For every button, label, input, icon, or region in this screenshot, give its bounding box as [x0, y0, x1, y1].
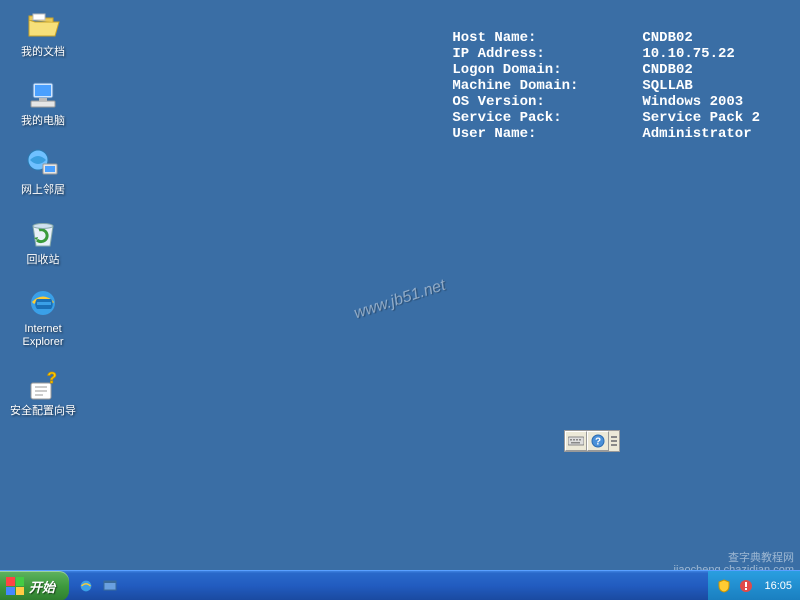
- icon-label: 我的电脑: [21, 115, 65, 128]
- recycle-bin-icon[interactable]: 回收站: [8, 216, 78, 267]
- bginfo-overlay: Host Name:CNDB02 IP Address:10.10.75.22 …: [452, 30, 760, 142]
- bginfo-value: Administrator: [642, 126, 751, 142]
- ql-show-desktop-button[interactable]: [99, 575, 121, 597]
- start-label: 开始: [29, 577, 55, 596]
- bginfo-label: OS Version:: [452, 94, 642, 110]
- system-tray: 16:05: [708, 571, 800, 600]
- watermark-bottom-line1: 查字典教程网: [674, 552, 794, 564]
- desktop[interactable]: 我的文档 我的电脑 网上邻居: [0, 0, 800, 600]
- ie-icon: [25, 285, 61, 321]
- my-computer-icon[interactable]: 我的电脑: [8, 77, 78, 128]
- watermark-center: www.jb51.net: [352, 277, 448, 324]
- my-documents-icon[interactable]: 我的文档: [8, 8, 78, 59]
- icon-label: 我的文档: [21, 46, 65, 59]
- quick-launch: [69, 571, 127, 600]
- bginfo-label: IP Address:: [452, 46, 642, 62]
- security-config-wizard-icon[interactable]: ? 安全配置向导: [8, 367, 78, 418]
- svg-text:?: ?: [47, 370, 57, 387]
- toolbar-keyboard-button[interactable]: [565, 431, 587, 451]
- toolbar-help-button[interactable]: ?: [587, 431, 609, 451]
- network-icon: [25, 146, 61, 182]
- computer-icon: [25, 77, 61, 113]
- tray-warning-icon[interactable]: [738, 578, 754, 594]
- floating-toolbar[interactable]: ?: [564, 430, 620, 452]
- bginfo-value: Service Pack 2: [642, 110, 760, 126]
- icon-label: 网上邻居: [21, 184, 65, 197]
- icon-label: 回收站: [27, 254, 60, 267]
- recycle-icon: [25, 216, 61, 252]
- toolbar-grip[interactable]: [609, 431, 619, 451]
- bginfo-value: CNDB02: [642, 30, 692, 46]
- bginfo-label: Service Pack:: [452, 110, 642, 126]
- bginfo-label: Host Name:: [452, 30, 642, 46]
- wizard-icon: ?: [25, 367, 61, 403]
- folder-open-icon: [25, 8, 61, 44]
- internet-explorer-icon[interactable]: Internet Explorer: [8, 285, 78, 349]
- start-button[interactable]: 开始: [0, 571, 69, 600]
- bginfo-label: Machine Domain:: [452, 78, 642, 94]
- bginfo-value: SQLLAB: [642, 78, 692, 94]
- taskbar: 开始 16:05: [0, 570, 800, 600]
- windows-flag-icon: [6, 577, 24, 595]
- taskbar-clock[interactable]: 16:05: [760, 580, 792, 592]
- bginfo-value: Windows 2003: [642, 94, 743, 110]
- ql-ie-button[interactable]: [75, 575, 97, 597]
- desktop-icons-container: 我的文档 我的电脑 网上邻居: [8, 8, 78, 418]
- svg-text:?: ?: [595, 437, 601, 448]
- network-places-icon[interactable]: 网上邻居: [8, 146, 78, 197]
- bginfo-value: CNDB02: [642, 62, 692, 78]
- icon-label: Internet Explorer: [23, 323, 64, 349]
- bginfo-label: User Name:: [452, 126, 642, 142]
- icon-label: 安全配置向导: [10, 405, 76, 418]
- tray-security-icon[interactable]: [716, 578, 732, 594]
- bginfo-value: 10.10.75.22: [642, 46, 734, 62]
- bginfo-label: Logon Domain:: [452, 62, 642, 78]
